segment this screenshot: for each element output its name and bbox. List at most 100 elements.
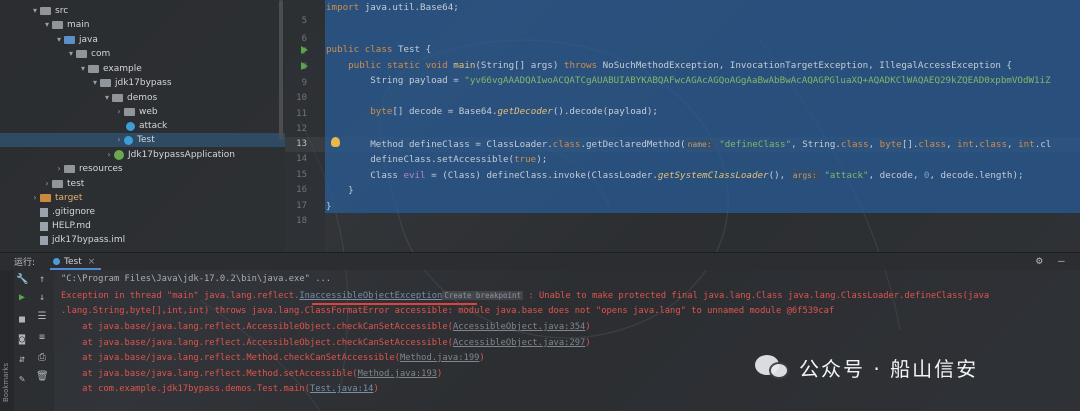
create-breakpoint-button[interactable]: Create breakpoint (442, 291, 524, 300)
tab-test[interactable]: Test × (50, 254, 102, 270)
watermark-text: 公众号 · 船山信安 (799, 356, 979, 381)
line-number: 14 (296, 154, 307, 164)
markdown-file-icon (40, 221, 48, 231)
source-link[interactable]: AccessibleObject.java:354 (453, 322, 585, 332)
code-line-17: } (326, 201, 332, 212)
tree-item-resources[interactable]: › resources (54, 162, 122, 176)
tree-item-com[interactable]: ▾ com (66, 47, 110, 61)
ide-window: ▾ src ▾ main ▾ java ▾ com ▾ example ▾ jdk17byp… (0, 0, 1080, 411)
print-icon[interactable]: ⎙ (36, 352, 48, 364)
line-number: 17 (296, 201, 307, 211)
chevron-down-icon[interactable]: ▾ (42, 18, 52, 32)
package-icon (100, 79, 111, 87)
wrench-icon[interactable]: 🔧 (16, 274, 28, 286)
wechat-icon (755, 353, 791, 381)
bookmarks-label[interactable]: Bookmarks (2, 363, 10, 402)
code-line-14: defineClass.setAccessible(true); (326, 154, 548, 165)
rerun-icon[interactable]: ▶ (16, 292, 28, 304)
code-line-13: Method defineClass = ClassLoader.class.g… (326, 139, 1052, 150)
source-link[interactable]: Method.java:193 (358, 369, 437, 379)
code-line-7: public class Test { (326, 44, 432, 55)
close-icon[interactable]: × (88, 257, 96, 267)
run-panel-header: 运行: Test × ⚙ — (0, 252, 1080, 270)
source-link[interactable]: AccessibleObject.java:297 (453, 338, 585, 348)
tree-item-help-md[interactable]: HELP.md (40, 219, 91, 233)
tree-item-gitignore[interactable]: .gitignore (40, 205, 95, 219)
watermark: 公众号 · 船山信安 (755, 350, 978, 384)
stack-trace-line: at java.base/java.lang.reflect.Accessibl… (61, 322, 591, 332)
code-line-16: } (326, 185, 354, 196)
chevron-down-icon[interactable]: ▾ (78, 62, 88, 76)
tree-item-test-selected[interactable]: › Test (0, 133, 285, 147)
line-number: 18 (296, 216, 307, 226)
console-command-line: "C:\Program Files\Java\jdk-17.0.2\bin\ja… (61, 274, 332, 284)
source-link[interactable]: Test.java:14 (310, 384, 374, 394)
code-line-9: String payload = "yv66vgAAADQAIwoACQATCg… (326, 75, 1051, 86)
gear-icon[interactable]: ⚙ (1036, 254, 1043, 267)
tree-item-demos[interactable]: ▾ demos (102, 91, 157, 105)
arrow-down-icon[interactable]: ↓ (36, 292, 48, 304)
excluded-folder-icon (40, 194, 51, 202)
chevron-right-icon[interactable]: › (54, 162, 64, 176)
chevron-down-icon[interactable]: ▾ (90, 76, 100, 90)
stack-trace-line: at java.base/java.lang.reflect.Method.ch… (61, 353, 485, 363)
line-number: 11 (296, 109, 307, 119)
source-link[interactable]: Method.java:199 (400, 353, 479, 363)
tree-item-main[interactable]: ▾ main (42, 18, 90, 32)
chevron-down-icon[interactable]: ▾ (30, 4, 40, 18)
tree-item-target[interactable]: › target (30, 191, 82, 205)
run-label: 运行: (14, 258, 36, 268)
arrow-up-icon[interactable]: ↑ (36, 274, 48, 286)
side-toolbar: Bookmarks (0, 270, 14, 411)
tree-item-jdk17bypass[interactable]: ▾ jdk17bypass (90, 76, 172, 90)
chevron-down-icon[interactable]: ▾ (54, 33, 64, 47)
line-number: 5 (301, 16, 307, 26)
class-icon (124, 135, 133, 145)
camera-icon[interactable]: ◙ (16, 334, 28, 346)
line-number: 12 (296, 124, 307, 134)
package-icon (76, 50, 87, 58)
tree-item-iml[interactable]: jdk17bypass.iml (40, 233, 125, 247)
tree-item-java[interactable]: ▾ java (54, 33, 98, 47)
trash-icon[interactable]: 🗑 (36, 371, 49, 383)
chevron-right-icon[interactable]: › (30, 191, 40, 205)
run-gutter-icon[interactable] (301, 46, 308, 54)
tree-item-test[interactable]: › test (42, 177, 84, 191)
code-line-11: byte[] decode = Base64.getDecoder().deco… (326, 106, 658, 117)
editor-gutter: 5 6 7 8 9 10 11 12 13 14 15 16 17 18 (285, 0, 325, 252)
tree-item-example[interactable]: ▾ example (78, 62, 142, 76)
file-icon (40, 207, 48, 217)
soft-wrap-icon[interactable]: ☰ (36, 311, 48, 323)
stop-icon[interactable]: ■ (16, 314, 28, 326)
tree-item-attack[interactable]: attack (126, 119, 167, 133)
pin-icon[interactable]: ✎ (16, 374, 28, 386)
restore-layout-icon[interactable]: ⇵ (16, 354, 28, 366)
exception-link[interactable]: InaccessibleObjectException (299, 291, 442, 301)
run-gutter-icon[interactable] (301, 62, 308, 70)
console-error-line: Exception in thread "main" java.lang.ref… (61, 291, 990, 301)
tree-scrollbar[interactable] (279, 0, 283, 140)
folder-icon (64, 165, 75, 173)
chevron-right-icon[interactable]: › (114, 133, 124, 147)
line-number: 9 (301, 78, 307, 88)
folder-icon (52, 21, 63, 29)
package-icon (124, 108, 135, 116)
line-number: 15 (296, 170, 307, 180)
chevron-right-icon[interactable]: › (104, 148, 114, 162)
project-tree: ▾ src ▾ main ▾ java ▾ com ▾ example ▾ jdk17byp… (0, 0, 285, 252)
minimize-icon[interactable]: — (1058, 254, 1065, 267)
tree-item-src[interactable]: ▾ src (30, 4, 68, 18)
package-icon (112, 94, 123, 102)
chevron-down-icon[interactable]: ▾ (66, 47, 76, 61)
scroll-end-icon[interactable]: ≡ (36, 332, 48, 344)
code-line-15: Class evil = (Class) defineClass.invoke(… (326, 170, 1024, 181)
chevron-right-icon[interactable]: › (42, 177, 52, 191)
chevron-right-icon[interactable]: › (114, 105, 124, 119)
package-icon (88, 65, 99, 73)
stack-trace-line: at com.example.jdk17bypass.demos.Test.ma… (61, 384, 379, 394)
tree-item-web[interactable]: › web (114, 105, 157, 119)
class-icon (126, 121, 135, 131)
stack-trace-line: at java.base/java.lang.reflect.Method.se… (61, 369, 443, 379)
tree-item-jdk17bypassapplication[interactable]: › Jdk17bypassApplication (104, 148, 235, 162)
chevron-down-icon[interactable]: ▾ (102, 91, 112, 105)
